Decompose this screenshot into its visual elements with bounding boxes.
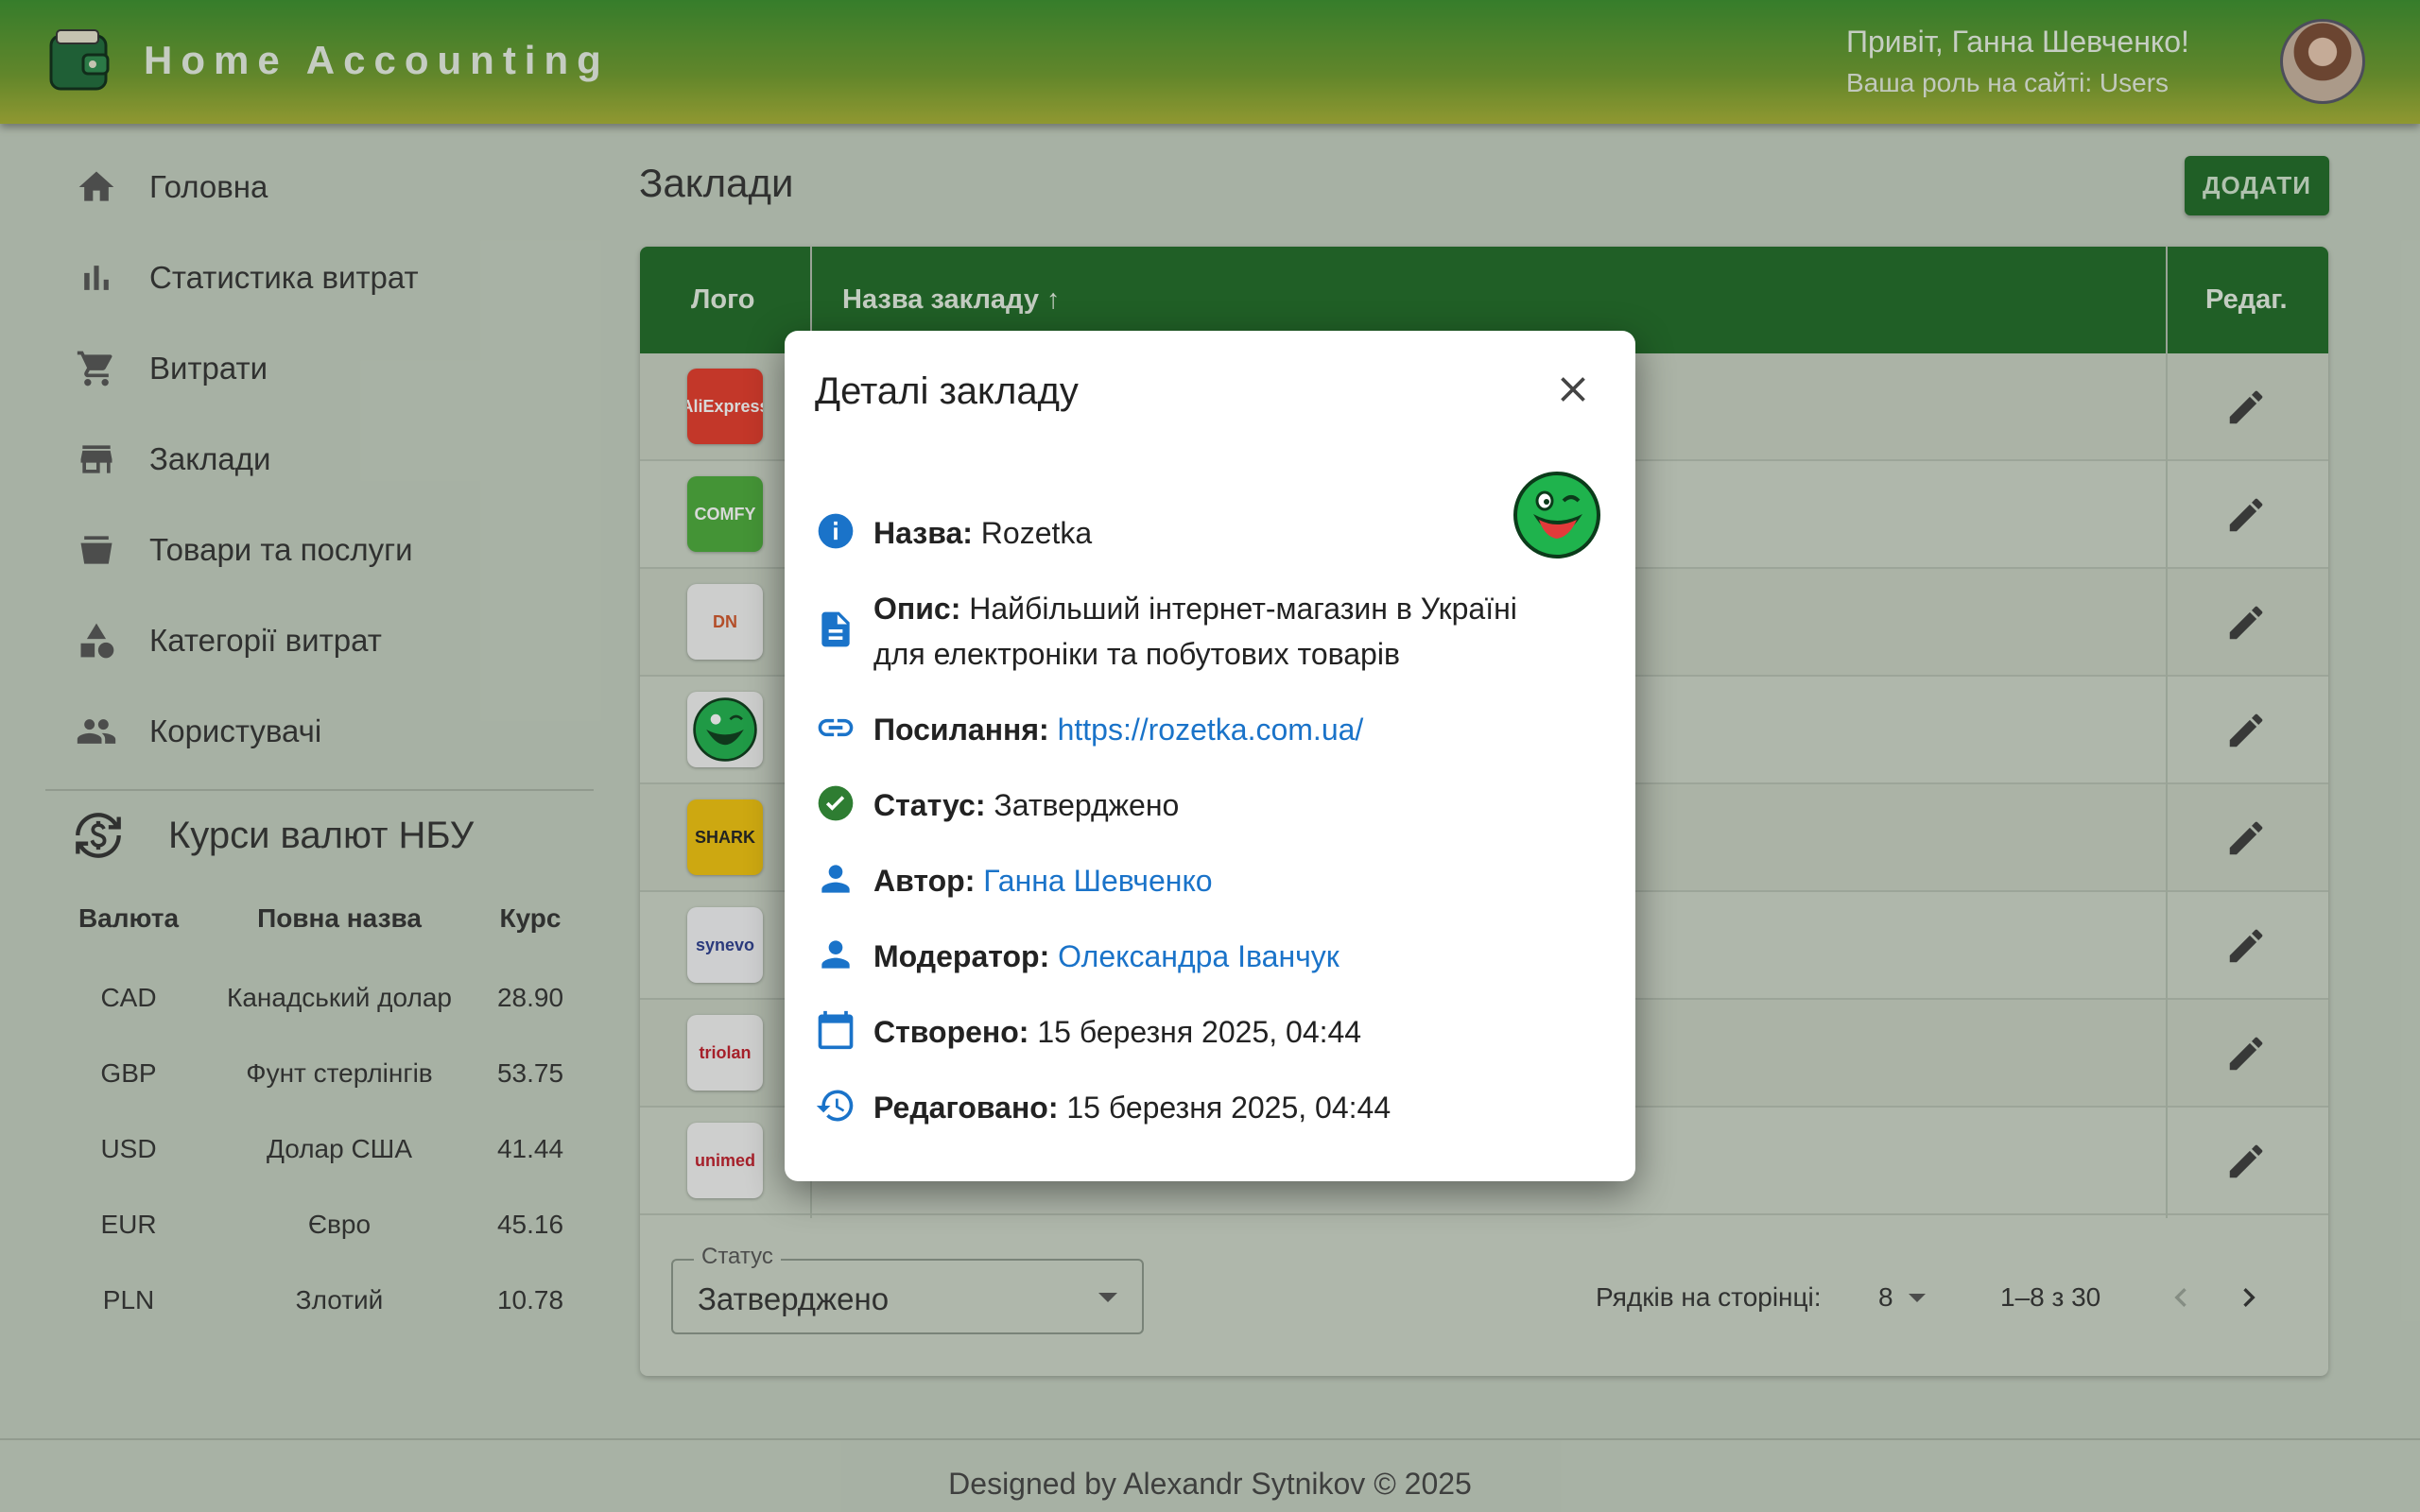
close-icon [1561,377,1585,402]
detail-value-website[interactable]: https://rozetka.com.ua/ [1049,713,1364,747]
detail-label: Назва: [873,516,973,550]
info-icon [815,510,873,552]
dialog-title: Деталі закладу [815,370,1079,412]
calendar-icon [815,1009,873,1051]
person-icon [815,934,873,975]
detail-moderator: Модератор: Олександра Іванчук [815,934,1573,979]
detail-description: Опис: Найбільший інтернет-магазин в Укра… [815,586,1573,677]
detail-name: Назва: Rozetka [815,510,1573,556]
detail-label: Опис: [873,592,961,626]
check-circle-icon [815,782,873,824]
detail-label: Модератор: [873,939,1050,973]
detail-label: Автор: [873,864,976,898]
close-button[interactable] [1552,369,1594,410]
detail-website: Посилання: https://rozetka.com.ua/ [815,707,1573,752]
detail-author: Автор: Ганна Шевченко [815,858,1573,903]
detail-label: Посилання: [873,713,1049,747]
detail-status: Статус: Затверджено [815,782,1573,828]
detail-value-edited: 15 березня 2025, 04:44 [1058,1091,1392,1125]
detail-edited: Редаговано: 15 березня 2025, 04:44 [815,1085,1573,1130]
detail-value-created: 15 березня 2025, 04:44 [1028,1015,1362,1049]
person-icon [815,858,873,900]
detail-label: Статус: [873,788,986,822]
history-icon [815,1085,873,1126]
detail-label: Створено: [873,1015,1029,1049]
link-icon [815,707,873,748]
detail-value-name: Rozetka [972,516,1093,550]
detail-value-status: Затверджено [985,788,1180,822]
detail-created: Створено: 15 березня 2025, 04:44 [815,1009,1573,1055]
detail-value-moderator[interactable]: Олександра Іванчук [1049,939,1340,973]
store-details-dialog: Деталі закладу Назва: Rozetka Опис: Найбі… [785,331,1635,1181]
detail-value-description: Найбільший інтернет-магазин в Україні дл… [873,592,1517,671]
detail-label: Редаговано: [873,1091,1059,1125]
detail-value-author[interactable]: Ганна Шевченко [975,864,1212,898]
document-icon [815,586,873,650]
